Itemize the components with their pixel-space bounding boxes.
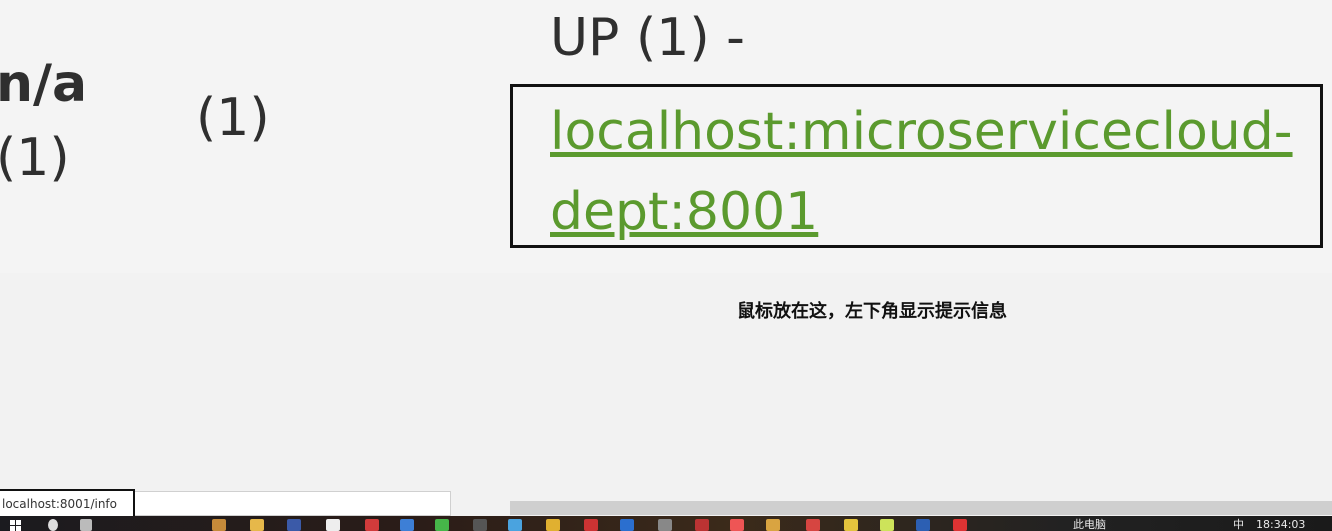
taskbar-app-icon[interactable] <box>880 519 894 531</box>
instance-link[interactable]: localhost:microservicecloud-dept:8001 <box>550 92 1325 252</box>
taskbar-app-icon[interactable] <box>916 519 930 531</box>
search-icon[interactable] <box>48 519 58 531</box>
taskbar-app-icon[interactable] <box>844 519 858 531</box>
taskbar-app-icon[interactable] <box>695 519 709 531</box>
taskbar-app-icon[interactable] <box>953 519 967 531</box>
status-url-text: localhost:8001/info <box>2 497 117 511</box>
taskbar-app-icon[interactable] <box>806 519 820 531</box>
wechat-icon[interactable] <box>435 519 449 531</box>
taskbar-app-icon[interactable] <box>212 519 226 531</box>
az-count: (1) <box>0 128 70 188</box>
taskbar-app-icon[interactable] <box>400 519 414 531</box>
taskbar-app-icon[interactable] <box>287 519 301 531</box>
windows-start-icon[interactable] <box>10 520 22 531</box>
horizontal-scrollbar[interactable] <box>510 501 1332 515</box>
status-up-label: UP (1) - <box>550 8 745 68</box>
taskbar-app-icon[interactable] <box>766 519 780 531</box>
taskbar-app-icon[interactable] <box>658 519 672 531</box>
annotation-caption: 鼠标放在这，左下角显示提示信息 <box>737 301 1007 322</box>
taskbar-app-icon[interactable] <box>326 519 340 531</box>
taskbar-app-icon[interactable] <box>620 519 634 531</box>
chrome-icon[interactable] <box>546 519 560 531</box>
taskbar-app-icon[interactable] <box>508 519 522 531</box>
task-view-icon[interactable] <box>80 519 92 531</box>
tray-this-pc-label[interactable]: 此电脑 <box>1073 518 1106 531</box>
taskbar-app-icon[interactable] <box>730 519 744 531</box>
taskbar-app-icon[interactable] <box>473 519 487 531</box>
tray-clock[interactable]: 18:34:03 <box>1256 518 1305 531</box>
taskbar-app-icon[interactable] <box>365 519 379 531</box>
availability-zones-count: (1) <box>196 88 270 148</box>
eureka-instances-table: n/a (1) (1) UP (1) - localhost:microserv… <box>0 0 1332 273</box>
tray-ime-indicator[interactable]: 中 <box>1233 518 1244 531</box>
folder-icon[interactable] <box>250 519 264 531</box>
application-name: n/a <box>0 54 88 114</box>
taskbar-app-icon[interactable] <box>584 519 598 531</box>
